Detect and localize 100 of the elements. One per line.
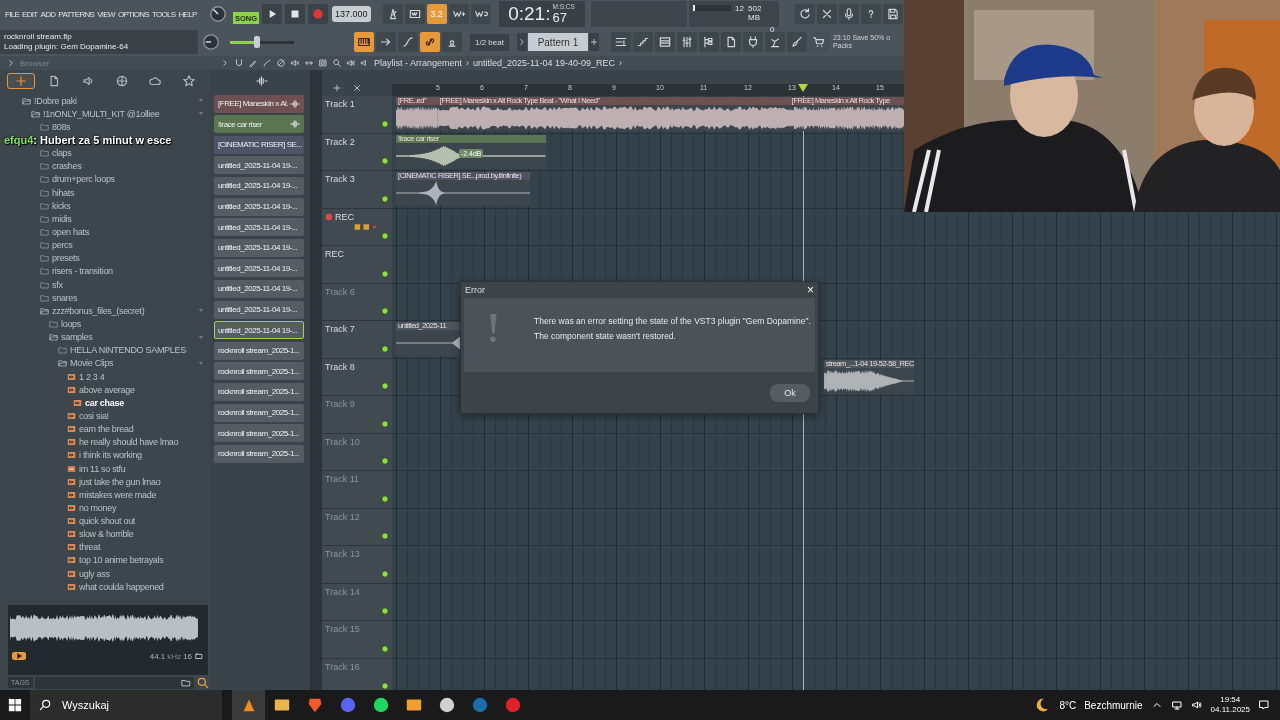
browser-item[interactable]: percs <box>52 240 73 251</box>
playlist-tool-icon[interactable] <box>346 58 356 68</box>
folder-icon[interactable] <box>58 359 67 368</box>
menu-item[interactable]: PATTERNS <box>58 9 95 19</box>
folder-icon[interactable] <box>40 162 49 171</box>
browser-item[interactable]: risers - transition <box>52 266 113 277</box>
piano-roll-button[interactable] <box>632 32 653 52</box>
folder-icon[interactable] <box>40 201 49 210</box>
volume-slider-handle[interactable] <box>253 36 260 48</box>
playlist-button[interactable] <box>610 32 631 52</box>
ok-button[interactable]: Ok <box>770 383 810 402</box>
browser-item[interactable]: hihats <box>52 187 75 198</box>
playlist-tool-icon[interactable] <box>318 58 328 68</box>
knob-icon[interactable] <box>209 5 227 23</box>
track-header[interactable]: Track 2 <box>322 133 392 171</box>
browser-item[interactable]: HELLA NINTENDO SAMPLES <box>70 345 186 356</box>
clock-date[interactable]: 04.11.2025 <box>1210 705 1250 716</box>
track-header[interactable]: Track 6 <box>322 283 392 321</box>
browser-item[interactable]: kicks <box>52 200 71 211</box>
folder-icon[interactable] <box>31 109 40 118</box>
browser-item[interactable]: threat <box>79 542 101 553</box>
close-button[interactable]: × <box>807 283 814 297</box>
tempo-field[interactable]: 137.000 <box>332 6 371 22</box>
scissors-button[interactable] <box>816 4 837 24</box>
refresh-button[interactable] <box>794 4 815 24</box>
track-header[interactable]: Track 8 <box>322 358 392 396</box>
browser-item[interactable]: 808s <box>52 121 71 132</box>
browser-item[interactable]: no money <box>79 502 117 513</box>
clip-source-item[interactable]: rocknroll stream_2025-1... <box>214 403 304 422</box>
plus-icon[interactable] <box>332 83 342 93</box>
clip-source-item[interactable]: !Irace car riser <box>214 115 304 134</box>
search-field[interactable]: Wyszukaj <box>30 690 222 720</box>
browser-item[interactable]: car chase <box>85 397 124 408</box>
folder-icon[interactable] <box>40 293 49 302</box>
track-header[interactable]: Track 15 <box>322 621 392 659</box>
clip-source-item[interactable]: untitled_2025-11-04 19-... <box>214 218 304 237</box>
browser-item[interactable]: !Dobre paki <box>34 95 77 106</box>
menu-item[interactable]: FILE <box>5 9 20 19</box>
browser-item[interactable]: ugly ass <box>79 568 110 579</box>
track-header[interactable]: REC <box>322 208 392 246</box>
browser-item[interactable]: mistakes were made <box>79 489 157 500</box>
browser-item[interactable]: sfx <box>52 279 63 290</box>
browser-item[interactable]: he really should have lmao <box>79 437 179 448</box>
browser-item[interactable]: !1nONLY_MULTI_KIT @1olliee <box>43 108 160 119</box>
clip-source-item[interactable]: rocknroll stream_2025-1... <box>214 341 304 360</box>
playhead-marker-icon[interactable] <box>798 84 808 92</box>
clip-source-item[interactable]: untitled_2025-11-04 19-... <box>214 176 304 195</box>
close-icon[interactable] <box>352 83 362 93</box>
volume-icon[interactable] <box>1190 699 1203 711</box>
clip-source-item[interactable]: [CINEMATIC RISER] SE... <box>214 135 304 154</box>
pattern-selector[interactable]: Pattern 1 <box>527 33 588 51</box>
folder-icon[interactable] <box>40 227 49 236</box>
browser-item[interactable]: Movie Clips <box>70 358 114 369</box>
folder-icon[interactable] <box>40 267 49 276</box>
track-header[interactable]: Track 13 <box>322 546 392 584</box>
folder-icon[interactable] <box>40 188 49 197</box>
clip-source-item[interactable]: untitled_2025-11-04 19-... <box>214 279 304 298</box>
knob-icon[interactable] <box>202 33 220 51</box>
folder-icon[interactable] <box>40 254 49 263</box>
browser-item[interactable]: claps <box>52 148 72 159</box>
clip-source-item[interactable]: untitled_2025-11-04 19-... <box>214 238 304 257</box>
track-enable-led[interactable] <box>381 194 389 203</box>
save-button[interactable] <box>882 4 903 24</box>
clip-source-item[interactable]: untitled_2025-11-04 19-... <box>214 156 304 175</box>
clip-source-item[interactable]: rocknroll stream_2025-1... <box>214 382 304 401</box>
record-tool-button[interactable] <box>404 4 425 24</box>
plug-button[interactable] <box>742 32 763 52</box>
browser-item[interactable]: midis <box>52 213 72 224</box>
browser-item[interactable]: top 10 anime betrayals <box>79 555 164 566</box>
pattern-arrow-button[interactable] <box>516 33 527 51</box>
folder-icon[interactable] <box>40 175 49 184</box>
add-pattern-button[interactable] <box>588 33 599 51</box>
track-enable-led[interactable] <box>381 457 389 465</box>
browser-item[interactable]: samples <box>61 332 93 343</box>
track-enable-led[interactable] <box>381 344 389 353</box>
edit-tool-button[interactable] <box>376 32 396 52</box>
clock-time[interactable]: 19:54 <box>1220 694 1241 705</box>
browser-item[interactable]: loops <box>61 318 82 329</box>
notification-icon[interactable] <box>1258 699 1270 711</box>
track-enable-led[interactable] <box>381 644 389 653</box>
network-icon[interactable] <box>1170 699 1183 711</box>
start-button[interactable] <box>8 698 22 712</box>
clip-source-item[interactable]: [FREE] Maneskin x Al. <box>214 94 304 113</box>
browser-item[interactable]: cosi sia! <box>79 410 109 421</box>
folder-icon[interactable] <box>58 346 67 355</box>
playlist-tool-icon[interactable] <box>332 58 342 68</box>
folder-icon[interactable] <box>22 96 31 105</box>
folder-icon[interactable] <box>40 241 49 250</box>
playlist-tool-icon[interactable] <box>290 58 300 68</box>
record-tool-button[interactable] <box>448 4 469 24</box>
arrangement-name[interactable]: untitled_2025-11-04 19-40-09_REC <box>473 58 615 68</box>
track-enable-led[interactable] <box>381 532 389 540</box>
playlist-tool-icon[interactable] <box>276 58 286 68</box>
menu-item[interactable]: TOOLS <box>152 9 176 19</box>
track-header[interactable]: Track 12 <box>322 508 392 546</box>
browser-item[interactable]: what coulda happened <box>79 581 164 592</box>
menu-item[interactable]: EDIT <box>22 9 38 19</box>
track-enable-led[interactable] <box>381 569 389 578</box>
track-enable-led[interactable] <box>381 607 389 615</box>
track-header[interactable]: Track 10 <box>322 433 392 471</box>
